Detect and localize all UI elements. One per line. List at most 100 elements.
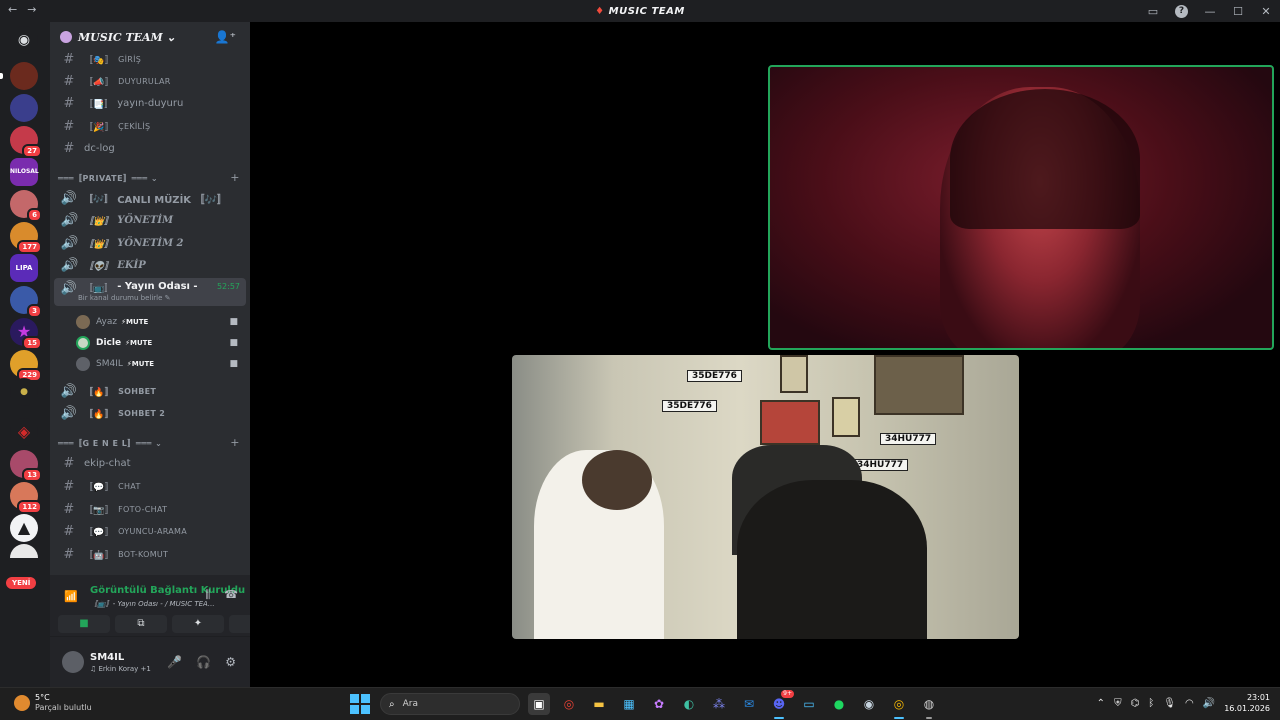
channel-status-setter[interactable]: Bir kanal durumu belirle ✎ <box>78 294 171 302</box>
discord-taskbar-icon[interactable]: ☻ 9+ <box>768 690 794 719</box>
channel-foto-chat[interactable]: # 〚📷〛 FOTO-CHAT <box>54 499 246 519</box>
invite-people-icon[interactable]: 👤⁺ <box>215 30 236 44</box>
maximize-button[interactable]: ☐ <box>1224 5 1252 18</box>
video-tile-speaking[interactable] <box>768 65 1274 350</box>
server-icon-11[interactable]: ● <box>10 378 38 406</box>
server-icon-4[interactable]: NILOSAL <box>10 158 39 186</box>
speaker-icon: 🔊 <box>60 235 78 251</box>
server-icon-7[interactable]: LIPA <box>10 254 38 282</box>
voice-channel-ekip[interactable]: 🔊 〚👽〛 EKİP <box>54 255 246 275</box>
window-title-text: MUSIC TEAM <box>608 5 685 17</box>
voice-user-ayaz[interactable]: Ayaz ⚡MUTE ■ <box>76 312 246 332</box>
channel-giris[interactable]: # 〚🎭〛 GİRİŞ <box>54 49 246 69</box>
copilot-icon[interactable]: ✿ <box>648 693 670 715</box>
voice-channel-canli-muzik[interactable]: 🔊 〚🎶〛 CANLI MÜZİK 〚🎶〛 <box>54 188 246 208</box>
store-icon[interactable]: ▦ <box>618 693 640 715</box>
network-icon[interactable]: ⌬ <box>1131 698 1140 709</box>
channel-yayin-duyuru[interactable]: # 〚📑〛 yayın-duyuru <box>54 93 246 113</box>
voice-user-dicle[interactable]: Dicle ⚡MUTE ■ <box>76 333 246 353</box>
activity-button[interactable]: ✦ <box>172 615 224 633</box>
channel-ekip-chat[interactable]: # ekip-chat <box>54 453 246 473</box>
hash-icon: # <box>63 73 75 89</box>
connection-channel[interactable]: 〚📺〛- Yayın Odası - / MUSIC TEA... <box>90 599 215 609</box>
remote-desktop-icon[interactable]: ▭ <box>798 693 820 715</box>
soundboard-button[interactable]: ♫ <box>229 615 250 633</box>
close-button[interactable]: ✕ <box>1252 5 1280 18</box>
steam-icon[interactable]: ◉ <box>858 693 880 715</box>
channel-oyuncu-arama[interactable]: # 〚💬〛 OYUNCU-ARAMA <box>54 521 246 541</box>
obs-icon[interactable]: ◍ <box>918 693 940 719</box>
disconnect-icon[interactable]: ☎ <box>224 588 238 602</box>
wall-poster <box>874 355 964 415</box>
speaker-icon: 🔊 <box>60 190 78 206</box>
add-channel-icon[interactable]: + <box>230 171 240 184</box>
voice-channel-sohbet[interactable]: 🔊 〚🔥〛 SOHBET <box>54 381 246 401</box>
video-tile-camera[interactable]: 35DE776 35DE776 34HU777 34HU777 <box>512 355 1019 639</box>
spotify-icon[interactable]: ● <box>828 693 850 715</box>
file-explorer-icon[interactable]: ▬ <box>588 693 610 715</box>
bluetooth-icon[interactable]: ᛒ <box>1148 698 1154 709</box>
server-icon-8[interactable]: 3 <box>10 286 42 318</box>
windows-start-icon[interactable] <box>350 694 370 714</box>
microphone-icon[interactable]: 🎤 <box>167 655 182 669</box>
server-icon-6[interactable]: 177 <box>10 222 42 254</box>
tray-mic-icon[interactable]: 🎙 <box>1163 698 1176 709</box>
home-button[interactable]: ◉ <box>10 26 38 54</box>
signal-icon[interactable]: 📶 <box>64 590 78 603</box>
camera-button[interactable]: ■ <box>58 615 110 633</box>
mail-icon[interactable]: ✉ <box>738 693 760 715</box>
voice-channel-sohbet-2[interactable]: 🔊 〚🔥〛 SOHBET 2 <box>54 403 246 423</box>
speaker-icon: 🔊 <box>60 257 78 273</box>
server-icon-12[interactable]: ◈ <box>10 418 38 446</box>
headset-icon[interactable]: 🎧 <box>196 655 211 669</box>
minimize-button[interactable]: — <box>1196 5 1224 18</box>
server-icon-16[interactable] <box>10 544 38 558</box>
server-icon-3[interactable]: 27 <box>10 126 42 158</box>
server-icon-2[interactable] <box>10 94 38 122</box>
edge-icon[interactable]: ◐ <box>678 693 700 715</box>
new-servers-badge[interactable]: YENİ <box>6 577 37 589</box>
chrome-profile-icon[interactable]: ◎ <box>888 693 910 719</box>
voice-user-sm4il[interactable]: SM4IL ⚡MUTE ■ <box>76 354 246 374</box>
channel-label: DUYURULAR <box>118 76 171 86</box>
settings-gear-icon[interactable]: ⚙ <box>225 655 236 669</box>
voice-channel-yonetim[interactable]: 🔊 〚👑〛 YÖNETİM <box>54 210 246 230</box>
server-header[interactable]: MUSIC TEAM ⌄ 👤⁺ <box>50 22 250 52</box>
taskbar-search[interactable]: ⌕ Ara <box>380 693 520 715</box>
category-private[interactable]: ═══〚PRIVATE〛═══ ⌄ + <box>58 171 242 187</box>
channel-cekilis[interactable]: # 〚🎉〛 ÇEKİLİŞ <box>54 116 246 136</box>
server-icon-14[interactable]: 112 <box>10 482 42 514</box>
weather-temp: 5°C <box>35 693 50 702</box>
server-icon-1[interactable] <box>0 62 38 90</box>
avatar[interactable] <box>62 651 84 673</box>
noise-suppression-icon[interactable]: ⫼ <box>205 588 210 602</box>
security-icon[interactable]: ⛨ <box>1114 698 1122 709</box>
task-view-icon[interactable]: ▣ <box>528 693 550 715</box>
voice-channel-yonetim-2[interactable]: 🔊 〚👑〛 YÖNETİM 2 <box>54 233 246 253</box>
tray-overflow-icon[interactable]: ⌃ <box>1097 698 1105 709</box>
weather-widget[interactable]: 5°C Parçalı bulutlu <box>14 693 92 712</box>
volume-icon[interactable]: 🔊 <box>1203 698 1215 709</box>
voice-channel-yayin-odasi[interactable]: 🔊 〚📺〛 - Yayın Odası - 52:57 Bir kanal du… <box>54 278 246 306</box>
channel-bot-komut[interactable]: # 〚🤖〛 BOT-KOMUT <box>54 544 246 564</box>
category-genel[interactable]: ═══〚G E N E L〛═══ ⌄ + <box>58 436 242 452</box>
server-icon-5[interactable]: 6 <box>10 190 42 222</box>
chrome-icon[interactable]: ◎ <box>558 693 580 715</box>
inbox-icon[interactable]: ▭ <box>1139 5 1167 18</box>
user-name[interactable]: SM4IL <box>90 652 124 663</box>
channel-chat[interactable]: # 〚💬〛 CHAT <box>54 476 246 496</box>
server-icon-13[interactable]: 13 <box>10 450 42 482</box>
teams-icon[interactable]: ⁂ <box>708 693 730 715</box>
voice-user-name: Dicle <box>96 338 122 348</box>
wifi-icon[interactable]: ◠ <box>1185 698 1194 709</box>
server-icon-9[interactable]: ★ 15 <box>10 318 42 350</box>
screen-share-button[interactable]: ⧉ <box>115 615 167 633</box>
clock[interactable]: 23:01 16.01.2026 <box>1224 692 1270 714</box>
add-channel-icon[interactable]: + <box>230 436 240 449</box>
server-icon-15[interactable]: ▲ <box>10 514 38 542</box>
server-icon-10[interactable]: 229 <box>10 350 42 382</box>
help-icon[interactable]: ? <box>1175 4 1188 18</box>
clock-date: 16.01.2026 <box>1224 704 1270 713</box>
channel-duyurular[interactable]: # 〚📣〛 DUYURULAR <box>54 71 246 91</box>
channel-dc-log[interactable]: # dc-log <box>54 138 246 158</box>
